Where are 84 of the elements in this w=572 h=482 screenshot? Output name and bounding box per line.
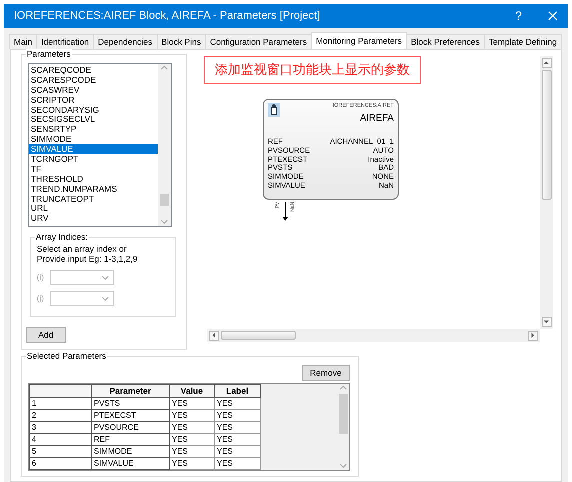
list-item[interactable]: TCRNGOPT	[29, 154, 158, 164]
hint-text: Select an array index or Provide input Eg: 1-3,1,2,9	[37, 244, 139, 264]
table-cell: YES	[170, 446, 214, 458]
scroll-down-arrow-icon[interactable]	[543, 318, 550, 326]
table-cell: YES	[214, 422, 260, 434]
chevron-up-icon[interactable]	[161, 66, 168, 70]
table-cell: YES	[214, 410, 260, 422]
scrollbar-thumb[interactable]	[221, 331, 296, 340]
list-item[interactable]: SECONDARYSIG	[29, 104, 158, 114]
window-title: IOREFERENCES:AIREF Block, AIREFA - Parameters [Project]	[14, 10, 322, 22]
scroll-right-arrow-icon[interactable]	[530, 332, 536, 339]
row-number: 2	[30, 410, 92, 422]
parameter-list[interactable]: SCAREQCODE SCARESPCODE SCASWREV SCRIPTOR SECONDARYSIG SECSIGSECLVL SENSRTYP SIMMODE SIMVALUE TCRNGOPT TF THRESHOLD TREND.NUMPARAMS TRUNCATEOPT URL URV	[28, 63, 172, 227]
list-item[interactable]: SENSRTYP	[29, 124, 158, 134]
index-dropdown[interactable]	[50, 270, 114, 285]
table-cell: YES	[214, 446, 260, 458]
table-cell: YES	[214, 398, 260, 410]
list-item[interactable]: TREND.NUMPARAMS	[29, 184, 158, 194]
tab[interactable]: Dependencies	[93, 34, 158, 49]
scrollbar-thumb[interactable]	[160, 194, 169, 206]
dropdown-chevron-icon	[102, 276, 109, 280]
list-item[interactable]: SIMMODE	[29, 134, 158, 144]
scrollbar[interactable]	[158, 64, 171, 226]
row-number: 5	[30, 446, 92, 458]
tab[interactable]: Configuration Parameters	[205, 34, 312, 49]
help-button[interactable]: ?	[515, 9, 522, 23]
table-cell: YES	[214, 458, 260, 470]
list-item[interactable]: SCRIPTOR	[29, 94, 158, 105]
list-item[interactable]: SIMVALUE	[29, 144, 158, 154]
output-pin-arrow-icon	[282, 202, 289, 222]
column-header[interactable]: Value	[170, 384, 214, 398]
list-item[interactable]: SCASWREV	[29, 84, 158, 95]
table-cell: REF	[92, 434, 170, 446]
table-cell: SIMVALUE	[92, 458, 170, 470]
list-item[interactable]: SCAREQCODE	[29, 65, 158, 75]
block-name: AIREFA	[360, 113, 394, 124]
row-number: 6	[30, 458, 92, 470]
table-cell: PTEXECST	[92, 410, 170, 422]
close-icon[interactable]	[548, 11, 558, 21]
tab[interactable]: Template Defining	[484, 34, 562, 49]
table-cell: YES	[170, 410, 214, 422]
tab[interactable]: Main	[9, 34, 38, 49]
table-cell: PVSOURCE	[92, 422, 170, 434]
scroll-up-arrow-icon[interactable]	[543, 60, 550, 66]
table-cell: PVSTS	[92, 398, 170, 410]
list-item[interactable]: URV	[29, 213, 158, 224]
table-scrollbar[interactable]	[337, 384, 349, 470]
column-header[interactable]: Parameter	[92, 384, 170, 398]
dropdown-chevron-icon	[161, 220, 168, 224]
table-cell: YES	[170, 422, 214, 434]
list-item[interactable]: THRESHOLD	[29, 174, 158, 184]
vertical-scrollbar[interactable]	[540, 56, 553, 329]
index-label: (j)	[37, 294, 46, 303]
index-label: (i)	[37, 273, 46, 282]
index-dropdown[interactable]	[50, 291, 114, 306]
scrollbar-thumb[interactable]	[338, 394, 348, 434]
block-icon	[268, 103, 280, 117]
table-cell: YES	[170, 434, 214, 446]
row-number: 1	[30, 398, 92, 410]
list-item[interactable]: SECSIGSECLVL	[29, 114, 158, 124]
table-cell: YES	[170, 458, 214, 470]
group-title: Array Indices:	[35, 232, 89, 242]
table-cell: SIMMODE	[92, 446, 170, 458]
list-item[interactable]: SCARESPCODE	[29, 74, 158, 85]
tab[interactable]: Monitoring Parameters	[311, 32, 408, 49]
remove-button[interactable]: Remove	[302, 365, 350, 381]
dropdown-chevron-icon	[102, 296, 109, 300]
row-number: 4	[30, 434, 92, 446]
group-title: Selected Parameters	[26, 351, 108, 361]
scroll-left-arrow-icon[interactable]	[210, 332, 218, 339]
dropdown-chevron-icon	[340, 464, 346, 468]
table-cell: YES	[170, 398, 214, 410]
chevron-up-icon[interactable]	[340, 386, 346, 390]
annotation-note: 添加监视窗口功能块上显示的参数	[204, 56, 421, 84]
scrollbar-thumb[interactable]	[542, 70, 552, 200]
row-number: 3	[30, 422, 92, 434]
table-cell: YES	[214, 434, 260, 446]
list-item[interactable]: URL	[29, 203, 158, 214]
add-button[interactable]: Add	[26, 327, 66, 343]
horizontal-scrollbar[interactable]	[207, 329, 540, 342]
list-item[interactable]: TRUNCATEOPT	[29, 194, 158, 204]
list-item[interactable]: TF	[29, 164, 158, 174]
column-header[interactable]: Label	[214, 384, 260, 398]
group-title: Parameters	[26, 49, 72, 59]
